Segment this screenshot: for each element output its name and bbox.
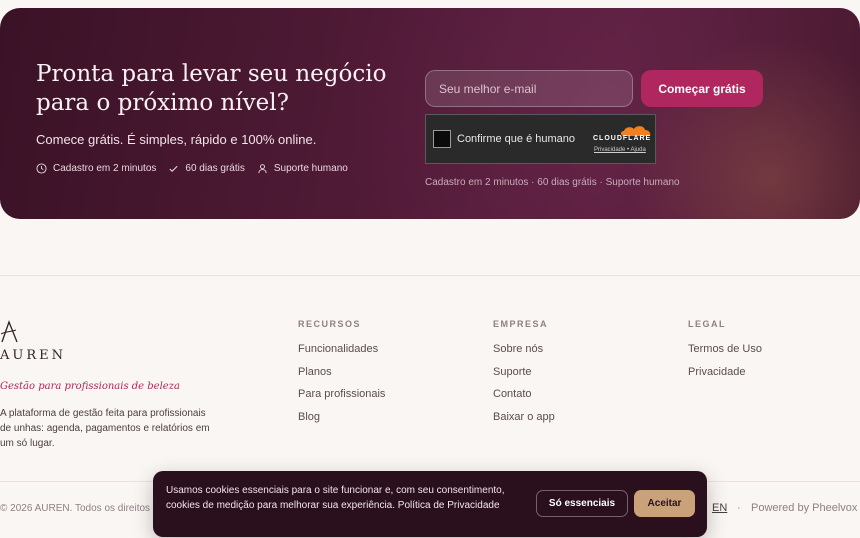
language-switch[interactable]: EN	[712, 502, 727, 514]
section-divider	[0, 275, 860, 276]
feature-label: Suporte humano	[273, 163, 348, 174]
footer-column-company: EMPRESA Sobre nós Suporte Contato Baixar…	[493, 319, 555, 433]
cookie-message: Usamos cookies essenciais para o site fu…	[166, 485, 505, 511]
footer-link-privacy[interactable]: Privacidade	[688, 366, 762, 378]
footer-link-about[interactable]: Sobre nós	[493, 343, 555, 355]
powered-by-text: Powered by Pheelvox	[751, 502, 858, 514]
column-heading: RECURSOS	[298, 319, 362, 329]
captcha-links[interactable]: Privacidade • Ajuda	[594, 147, 646, 153]
feature-label: 60 dias grátis	[185, 163, 245, 174]
captcha-brand: CLOUDFLARE	[593, 135, 652, 142]
start-free-button[interactable]: Começar grátis	[641, 70, 763, 107]
accept-cookies-button[interactable]: Aceitar	[634, 490, 695, 517]
feature-item: Cadastro em 2 minutos	[36, 163, 156, 174]
footer-link-features[interactable]: Funcionalidades	[298, 343, 385, 355]
footer-link-plans[interactable]: Planos	[298, 366, 385, 378]
banner-subtitle: Comece grátis. É simples, rápido e 100% …	[36, 132, 317, 147]
footer-link-terms[interactable]: Termos de Uso	[688, 343, 762, 355]
cta-banner: Pronta para levar seu negócio para o pró…	[0, 8, 860, 219]
footer-column-resources: RECURSOS Funcionalidades Planos Para pro…	[298, 319, 385, 433]
cookie-banner: Usamos cookies essenciais para o site fu…	[153, 471, 707, 537]
captcha-widget: Confirme que é humano CLOUDFLARE Privaci…	[425, 114, 656, 164]
footer-link-contact[interactable]: Contato	[493, 388, 555, 400]
brand-description: A plataforma de gestão feita para profis…	[0, 408, 210, 449]
brand-tagline: Gestão para profissionais de beleza	[0, 381, 180, 392]
banner-title: Pronta para levar seu negócio para o pró…	[36, 61, 387, 116]
auren-logo-icon	[0, 320, 18, 343]
email-input[interactable]	[425, 70, 633, 107]
column-heading: LEGAL	[688, 319, 726, 329]
banner-note: Cadastro em 2 minutos · 60 dias grátis ·…	[425, 177, 680, 188]
essential-only-button[interactable]: Só essenciais	[536, 490, 628, 517]
column-heading: EMPRESA	[493, 319, 549, 329]
brand-logo-text: AUREN	[0, 348, 66, 363]
captcha-checkbox[interactable]	[433, 130, 451, 148]
copyright-text: © 2026 AUREN. Todos os direitos	[0, 503, 151, 514]
footer-link-support[interactable]: Suporte	[493, 366, 555, 378]
separator-dot: ·	[737, 502, 741, 514]
footer-link-download-app[interactable]: Baixar o app	[493, 411, 555, 423]
feature-label: Cadastro em 2 minutos	[53, 163, 157, 174]
feature-list: Cadastro em 2 minutos 60 dias grátis Sup…	[36, 163, 348, 174]
footer-column-legal: LEGAL Termos de Uso Privacidade	[688, 319, 762, 388]
check-icon	[169, 165, 178, 173]
footer-link-blog[interactable]: Blog	[298, 411, 385, 423]
captcha-label: Confirme que é humano	[457, 133, 576, 145]
footer-link-professionals[interactable]: Para profissionais	[298, 388, 385, 400]
clock-icon	[36, 163, 47, 174]
user-icon	[258, 164, 267, 174]
feature-item: 60 dias grátis	[168, 163, 245, 174]
feature-item: Suporte humano	[257, 163, 348, 174]
